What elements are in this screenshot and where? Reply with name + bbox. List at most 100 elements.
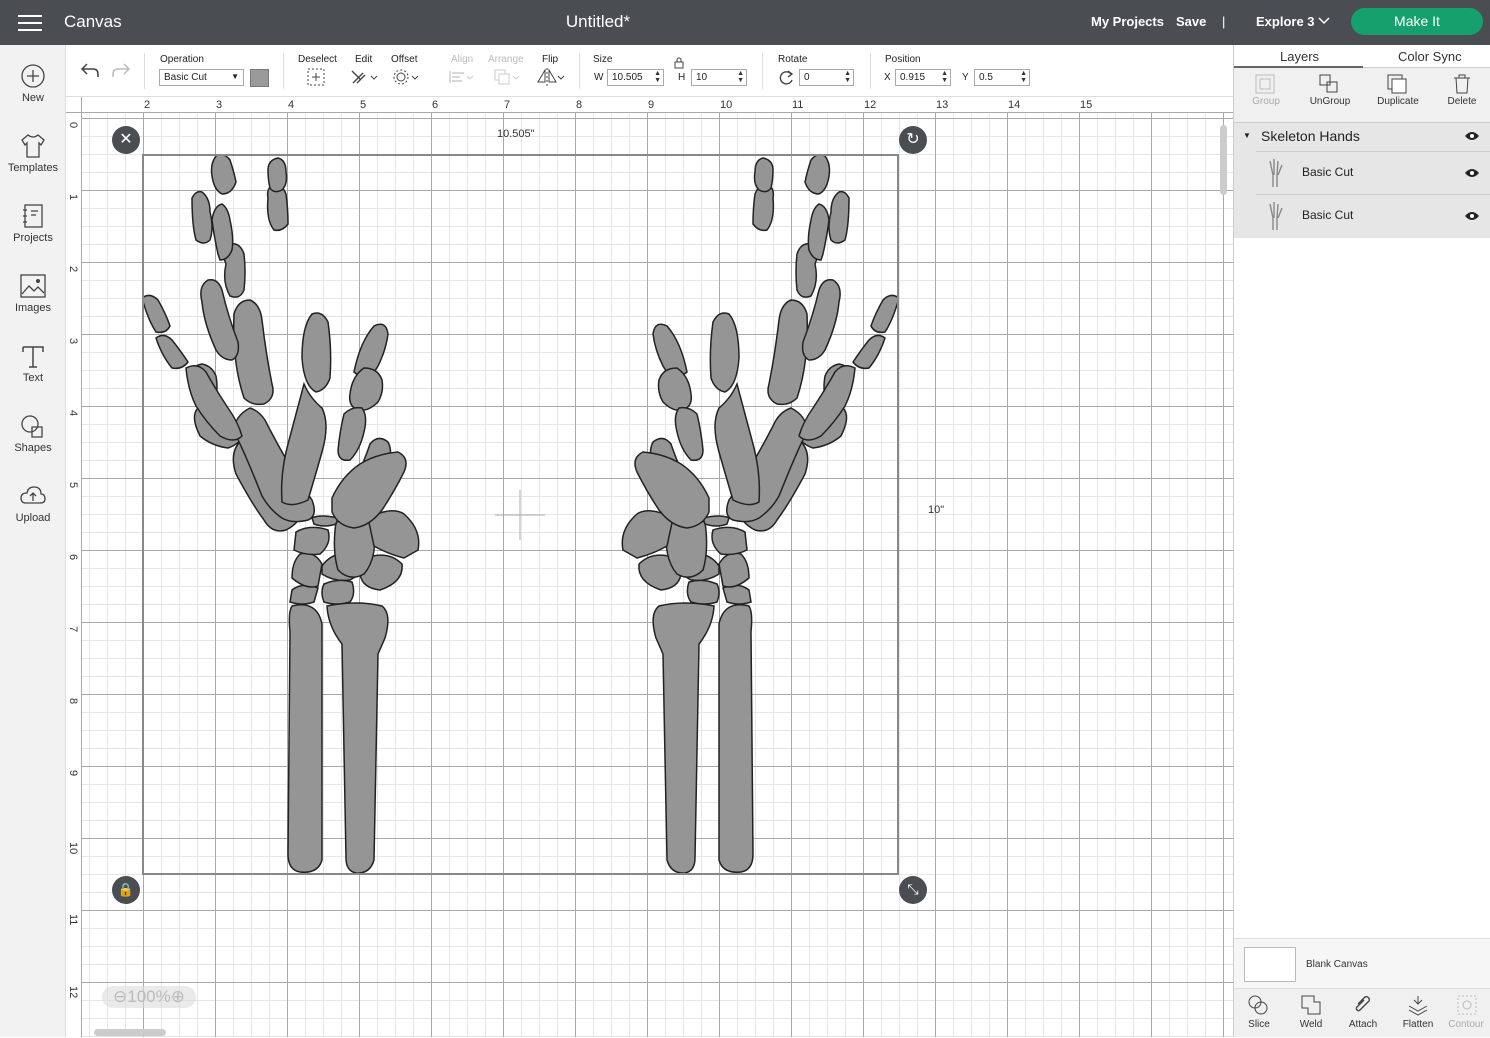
rotate-label: Rotate xyxy=(778,54,808,65)
operation-select[interactable]: Basic Cut ▼ xyxy=(159,69,244,86)
attach-button[interactable]: Attach xyxy=(1338,989,1388,1038)
blank-canvas-label: Blank Canvas xyxy=(1306,959,1368,970)
topbar-separator: | xyxy=(1222,14,1226,29)
sidebar-item-images[interactable]: Images xyxy=(0,273,66,335)
ruler-tick-label: 13 xyxy=(936,99,949,111)
sidebar-item-label: Shapes xyxy=(14,442,52,454)
color-swatch[interactable] xyxy=(250,69,269,87)
arrange-icon xyxy=(494,69,520,85)
undo-icon[interactable] xyxy=(79,61,101,79)
stepper-icon[interactable]: ▲ ▼ xyxy=(941,70,948,84)
make-it-button[interactable]: Make It xyxy=(1351,8,1483,35)
machine-selector[interactable]: Explore 3 xyxy=(1256,14,1315,29)
sidebar-item-upload[interactable]: Upload xyxy=(0,483,66,545)
contour-label: Contour xyxy=(1448,1019,1484,1030)
layer-name: Basic Cut xyxy=(1302,208,1354,222)
zoom-out-icon[interactable]: ⊖ xyxy=(113,987,127,1006)
lock-handle-icon[interactable]: 🔒 xyxy=(112,876,140,904)
group-label: Group xyxy=(1252,96,1280,107)
document-title[interactable]: Untitled* xyxy=(0,12,1196,32)
tab-layers[interactable]: Layers xyxy=(1280,49,1319,64)
ruler-tick-label: 1 xyxy=(67,194,79,201)
image-icon xyxy=(20,274,46,298)
layer-list: ▼ Skeleton Hands Basic Cut Basic Cut xyxy=(1234,123,1490,238)
rotate-icon[interactable] xyxy=(777,69,795,87)
ruler-tick-label: 4 xyxy=(67,410,79,417)
vertical-scrollbar[interactable] xyxy=(1220,125,1227,195)
rotate-input[interactable]: 0 ▲ ▼ xyxy=(799,69,854,86)
x-label: X xyxy=(884,72,891,83)
deselect-icon[interactable] xyxy=(306,67,326,87)
stepper-icon[interactable]: ▲ ▼ xyxy=(844,70,851,84)
my-projects-link[interactable]: My Projects xyxy=(1091,14,1164,29)
rotate-handle-icon[interactable]: ↻ xyxy=(899,126,927,154)
chevron-down-icon[interactable] xyxy=(1318,17,1330,25)
horizontal-scrollbar[interactable] xyxy=(94,1029,166,1036)
height-label: H xyxy=(678,72,686,83)
lock-ratio-icon[interactable] xyxy=(673,57,685,69)
flip-icon[interactable] xyxy=(536,67,564,87)
delete-button[interactable]: Delete xyxy=(1430,68,1490,123)
ruler-tick-label: 3 xyxy=(216,99,223,111)
x-position-value: 0.915 xyxy=(900,72,926,83)
blank-canvas-swatch[interactable] xyxy=(1244,947,1296,982)
ruler-tick-label: 11 xyxy=(792,99,804,111)
ruler-tick-label: 4 xyxy=(288,99,295,111)
eye-icon[interactable] xyxy=(1464,130,1480,142)
ruler-tick-label: 7 xyxy=(504,99,511,111)
dropdown-arrow-icon: ▼ xyxy=(231,72,239,81)
blank-canvas-row[interactable]: Blank Canvas xyxy=(1234,938,1490,988)
edit-icon[interactable] xyxy=(350,67,378,87)
layer-group-name: Skeleton Hands xyxy=(1261,128,1360,144)
ruler-tick-label: 5 xyxy=(67,482,79,489)
duplicate-button[interactable]: Duplicate xyxy=(1366,68,1430,123)
sidebar-item-projects[interactable]: Projects xyxy=(0,203,66,265)
offset-icon[interactable] xyxy=(392,67,420,87)
ungroup-button[interactable]: UnGroup xyxy=(1298,68,1362,123)
tab-color-sync[interactable]: Color Sync xyxy=(1398,49,1462,64)
layer-group-row[interactable]: ▼ Skeleton Hands xyxy=(1234,123,1490,150)
sidebar-item-label: Templates xyxy=(7,162,59,174)
ruler-corner xyxy=(66,97,82,113)
eye-icon[interactable] xyxy=(1464,210,1480,222)
zoom-control[interactable]: ⊖100%⊕ xyxy=(102,986,196,1008)
save-button[interactable]: Save xyxy=(1176,14,1206,29)
sidebar-item-shapes[interactable]: Shapes xyxy=(0,413,66,475)
sidebar-item-new[interactable]: New xyxy=(0,63,66,125)
layer-actions-bar: Group UnGroup Duplicate Delete xyxy=(1234,68,1490,123)
weld-button[interactable]: Weld xyxy=(1286,989,1336,1038)
toolbar-divider xyxy=(144,53,145,89)
x-position-input[interactable]: 0.915 ▲ ▼ xyxy=(895,69,951,86)
sidebar-item-templates[interactable]: Templates xyxy=(0,133,66,195)
arrange-label: Arrange xyxy=(488,54,524,65)
zoom-in-icon[interactable]: ⊕ xyxy=(171,987,185,1006)
stepper-icon[interactable]: ▲ ▼ xyxy=(737,70,744,84)
redo-icon[interactable] xyxy=(110,61,132,79)
ruler-tick-label: 11 xyxy=(67,914,79,926)
width-input[interactable]: 10.505 ▲ ▼ xyxy=(607,69,664,86)
trash-icon xyxy=(1454,74,1470,94)
ruler-tick-label: 10 xyxy=(720,99,733,111)
flatten-icon xyxy=(1408,996,1428,1016)
sidebar-item-text[interactable]: Text xyxy=(0,343,66,405)
slice-button[interactable]: Slice xyxy=(1234,989,1284,1038)
contour-icon xyxy=(1457,995,1477,1015)
ruler-tick-label: 5 xyxy=(360,99,367,111)
width-dimension-label: 10.505" xyxy=(497,128,535,140)
y-position-input[interactable]: 0.5 ▲ ▼ xyxy=(974,69,1030,86)
resize-handle-icon[interactable]: ⤡ xyxy=(899,876,927,904)
ungroup-label: UnGroup xyxy=(1309,96,1351,107)
stepper-icon[interactable]: ▲ ▼ xyxy=(654,70,661,84)
attach-label: Attach xyxy=(1348,1019,1378,1030)
layer-row[interactable]: Basic Cut xyxy=(1256,151,1490,193)
operation-value: Basic Cut xyxy=(164,72,207,83)
close-icon[interactable]: ✕ xyxy=(112,126,140,154)
eye-icon[interactable] xyxy=(1464,167,1480,179)
ruler-tick-label: 10 xyxy=(67,842,79,855)
layer-row[interactable]: Basic Cut xyxy=(1256,194,1490,236)
sidebar-item-label: New xyxy=(21,92,44,104)
width-value: 10.505 xyxy=(612,72,643,83)
stepper-icon[interactable]: ▲ ▼ xyxy=(1020,70,1027,84)
height-input[interactable]: 10 ▲ ▼ xyxy=(691,69,747,86)
caret-down-icon[interactable]: ▼ xyxy=(1243,131,1251,140)
